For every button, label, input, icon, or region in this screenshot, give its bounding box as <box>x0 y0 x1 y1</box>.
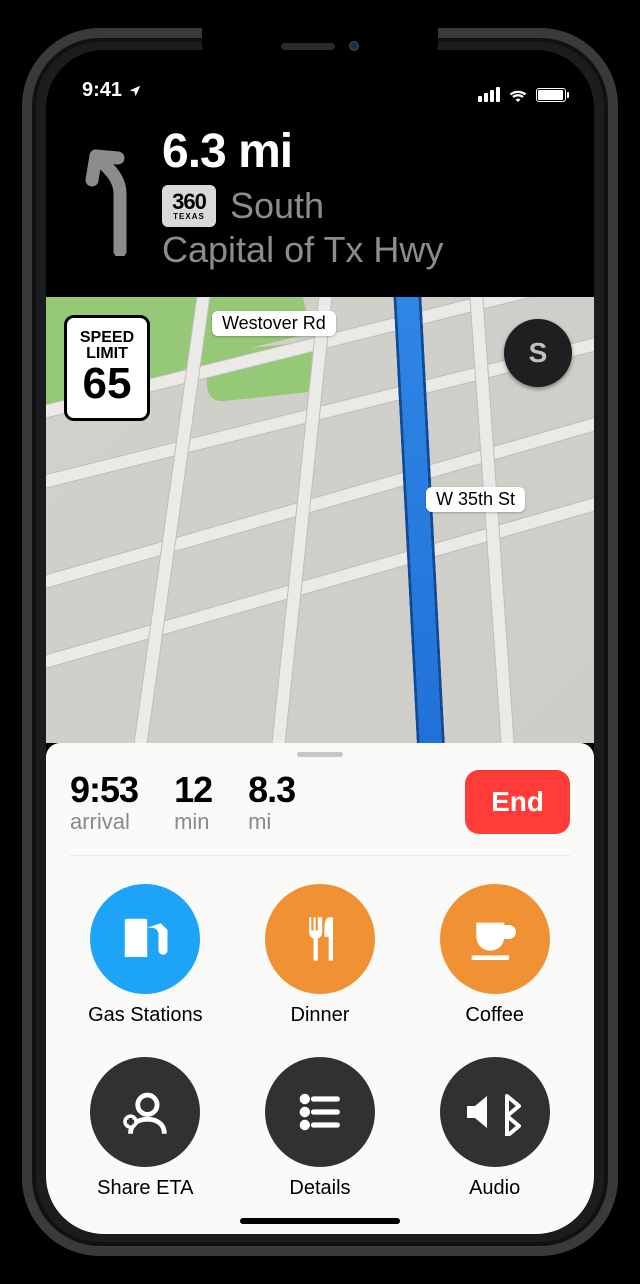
route-shield-number: 360 <box>172 191 206 213</box>
turn-left-icon <box>72 124 148 271</box>
list-icon <box>294 1086 346 1138</box>
nav-distance: 6.3 mi <box>162 124 568 179</box>
nav-direction-panel: 6.3 mi 360 TEXAS South Capital of Tx Hwy <box>46 102 594 297</box>
fuel-pump-icon <box>118 912 172 966</box>
dinner-label: Dinner <box>291 1004 350 1027</box>
share-eta-button[interactable]: Share ETA <box>70 1057 221 1200</box>
map-viewport[interactable]: SPEED LIMIT 65 Westover Rd W 35th St S <box>46 297 594 743</box>
location-icon <box>128 84 142 98</box>
quick-actions-grid: Gas Stations Dinner Coffee <box>70 856 570 1200</box>
details-button[interactable]: Details <box>245 1057 396 1200</box>
eta-distance: 8.3 mi <box>248 769 295 835</box>
speaker-bluetooth-icon <box>463 1088 527 1136</box>
eta-duration-value: 12 <box>174 769 212 811</box>
eta-distance-label: mi <box>248 809 295 835</box>
notch <box>202 28 438 64</box>
wifi-icon <box>508 87 528 102</box>
speed-limit-value: 65 <box>83 362 132 406</box>
coffee-button[interactable]: Coffee <box>419 884 570 1027</box>
speed-limit-label: SPEED <box>80 330 134 346</box>
eta-duration-label: min <box>174 809 212 835</box>
screen: 9:41 6.3 mi 360 <box>46 50 594 1234</box>
route-shield: 360 TEXAS <box>162 185 216 227</box>
iphone-frame: 9:41 6.3 mi 360 <box>22 28 618 1256</box>
fork-knife-icon <box>294 913 346 965</box>
cellular-icon <box>478 87 500 102</box>
compass-heading: S <box>529 337 548 369</box>
eta-arrival-label: arrival <box>70 809 138 835</box>
front-camera <box>349 41 359 51</box>
end-route-button[interactable]: End <box>465 770 570 834</box>
map-route-line <box>392 297 447 743</box>
eta-arrival: 9:53 arrival <box>70 769 138 835</box>
eta-duration: 12 min <box>174 769 212 835</box>
audio-label: Audio <box>469 1177 520 1200</box>
share-eta-label: Share ETA <box>97 1177 193 1200</box>
share-eta-icon <box>116 1083 174 1141</box>
nav-road-name: Capital of Tx Hwy <box>162 229 568 271</box>
status-time: 9:41 <box>82 79 122 102</box>
nav-direction: South <box>230 185 324 227</box>
speaker-grille <box>281 43 335 50</box>
gas-stations-label: Gas Stations <box>88 1004 203 1027</box>
dinner-button[interactable]: Dinner <box>245 884 396 1027</box>
details-label: Details <box>289 1177 350 1200</box>
map-street-label: Westover Rd <box>212 311 336 336</box>
sheet-grabber[interactable] <box>297 752 343 757</box>
compass-button[interactable]: S <box>504 319 572 387</box>
eta-distance-value: 8.3 <box>248 769 295 811</box>
coffee-label: Coffee <box>465 1004 524 1027</box>
speed-limit-sign: SPEED LIMIT 65 <box>64 315 150 421</box>
audio-button[interactable]: Audio <box>419 1057 570 1200</box>
eta-arrival-value: 9:53 <box>70 769 138 811</box>
map-road <box>46 491 594 676</box>
route-shield-state: TEXAS <box>173 213 205 221</box>
map-street-label: W 35th St <box>426 487 525 512</box>
eta-summary-row: 9:53 arrival 12 min 8.3 mi End <box>70 757 570 856</box>
battery-icon <box>536 88 566 102</box>
coffee-cup-icon <box>467 911 523 967</box>
eta-sheet[interactable]: 9:53 arrival 12 min 8.3 mi End <box>46 743 594 1234</box>
gas-stations-button[interactable]: Gas Stations <box>70 884 221 1027</box>
home-indicator[interactable] <box>240 1218 400 1224</box>
